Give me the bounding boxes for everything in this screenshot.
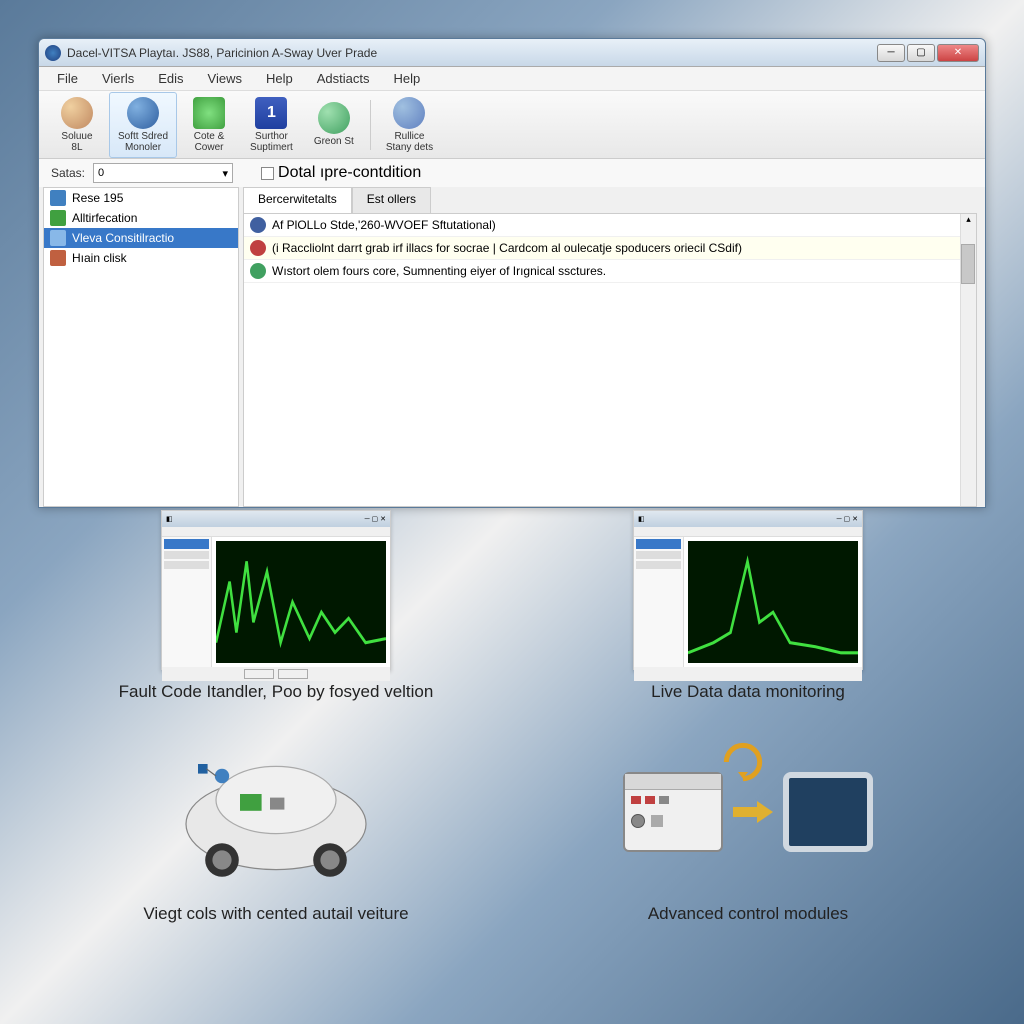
- info-icon: [250, 217, 266, 233]
- scrollbar-thumb[interactable]: [961, 244, 975, 284]
- menu-help[interactable]: Help: [256, 69, 303, 88]
- tree-item-rese[interactable]: Rese 195: [44, 188, 238, 208]
- tool-greon[interactable]: Greon St: [304, 97, 364, 152]
- vehicle-illustration: [146, 732, 406, 892]
- scroll-up-icon[interactable]: ▴: [961, 214, 976, 228]
- person-icon: [50, 250, 66, 266]
- list-row[interactable]: Af PlOLLo Stde,'260-WVOEF Sftutational): [244, 214, 976, 237]
- tree-item-hain[interactable]: Hıain clisk: [44, 248, 238, 268]
- node-icon: [50, 190, 66, 206]
- mini-titlebar: ◧─ ▢ ✕: [162, 511, 390, 527]
- tool-cote[interactable]: Cote & Cower: [179, 92, 239, 158]
- tree-item-vleva[interactable]: Vleva Consitilractio: [44, 228, 238, 248]
- menu-adstiacts[interactable]: Adstiacts: [307, 69, 380, 88]
- control-device: [623, 772, 723, 852]
- scrollbar[interactable]: ▴: [960, 214, 976, 506]
- mini-titlebar: ◧─ ▢ ✕: [634, 511, 862, 527]
- toolbar: Soluue 8L Softt Sdred Monoler Cote & Cow…: [39, 91, 985, 159]
- checkbox-label: Dotal ıpre-contdition: [278, 164, 421, 182]
- tool-rullice[interactable]: Rullice Stany dets: [377, 92, 442, 158]
- controls-row: Satas: 0 ▾ Dotal ıpre-contdition: [39, 159, 985, 187]
- satas-label: Satas:: [51, 166, 85, 180]
- cylinder-icon: [318, 102, 350, 134]
- node-icon: [50, 230, 66, 246]
- list-row[interactable]: Wıstort olem fours core, Sumnenting eiye…: [244, 260, 976, 283]
- feature-vehicle: Viegt cols with cented autail veiture: [64, 732, 489, 924]
- checkbox-wrap[interactable]: Dotal ıpre-contdition: [261, 164, 421, 182]
- content-list: Af PlOLLo Stde,'260-WVOEF Sftutational) …: [243, 213, 977, 507]
- tree-item-alltir[interactable]: Alltirfecation: [44, 208, 238, 228]
- titlebar[interactable]: Dacel-VITSA Playtaı. JS88, Paricinion A-…: [39, 39, 985, 67]
- tool-monitor[interactable]: Softt Sdred Monoler: [109, 92, 177, 158]
- menu-vierls[interactable]: Vierls: [92, 69, 144, 88]
- tool-surthor[interactable]: 1 Surthor Suptimert: [241, 92, 302, 158]
- app-icon: [45, 45, 61, 61]
- tab-estollers[interactable]: Est ollers: [352, 187, 431, 213]
- network-icon: [193, 97, 225, 129]
- mini-chart: [688, 541, 858, 663]
- menu-help2[interactable]: Help: [383, 69, 430, 88]
- globe-icon: [61, 97, 93, 129]
- close-button[interactable]: ✕: [937, 44, 979, 62]
- tabs: Bercerwitetalts Est ollers: [243, 187, 977, 213]
- feature-modules: Advanced control modules: [536, 732, 961, 924]
- cluster-icon: [393, 97, 425, 129]
- satas-dropdown[interactable]: 0 ▾: [93, 163, 233, 183]
- checkbox[interactable]: [261, 167, 274, 180]
- display-device: [783, 772, 873, 852]
- mini-sidebar: [634, 537, 684, 667]
- globe-icon: [250, 263, 266, 279]
- minimize-button[interactable]: ─: [877, 44, 905, 62]
- content: Bercerwitetalts Est ollers Af PlOLLo Std…: [243, 187, 977, 507]
- sidebar: Rese 195 Alltirfecation Vleva Consitilra…: [43, 187, 239, 507]
- list-row[interactable]: (i Raccliolnt darrt grab irf illacs for …: [244, 237, 976, 260]
- features-grid: ◧─ ▢ ✕ Fault Code Itandler, Poo by fosye…: [0, 490, 1024, 974]
- window-title: Dacel-VITSA Playtaı. JS88, Paricinion A-…: [67, 46, 877, 60]
- maximize-button[interactable]: ▢: [907, 44, 935, 62]
- feature-label: Fault Code Itandler, Poo by fosyed velti…: [119, 682, 434, 702]
- feature-label: Advanced control modules: [648, 904, 848, 924]
- window-controls: ─ ▢ ✕: [877, 44, 979, 62]
- menu-views[interactable]: Views: [198, 69, 252, 88]
- mini-sidebar: [162, 537, 212, 667]
- feature-live-data: ◧─ ▢ ✕ Live Data data monitoring: [536, 510, 961, 702]
- chevron-down-icon: ▾: [223, 167, 229, 180]
- feature-fault-code: ◧─ ▢ ✕ Fault Code Itandler, Poo by fosye…: [64, 510, 489, 702]
- menubar: File Vierls Edis Views Help Adstiacts He…: [39, 67, 985, 91]
- node-icon: [50, 210, 66, 226]
- menu-edis[interactable]: Edis: [148, 69, 193, 88]
- tool-soluue[interactable]: Soluue 8L: [47, 92, 107, 158]
- mini-chart: [216, 541, 386, 663]
- feature-label: Live Data data monitoring: [651, 682, 845, 702]
- live-data-thumbnail: ◧─ ▢ ✕: [633, 510, 863, 670]
- tab-bercer[interactable]: Bercerwitetalts: [243, 187, 352, 213]
- feature-label: Viegt cols with cented autail veiture: [143, 904, 408, 924]
- main-window: Dacel-VITSA Playtaı. JS88, Paricinion A-…: [38, 38, 986, 508]
- fault-code-thumbnail: ◧─ ▢ ✕: [161, 510, 391, 670]
- globe-icon: [127, 97, 159, 129]
- menu-file[interactable]: File: [47, 69, 88, 88]
- module-illustration: [608, 732, 888, 892]
- warning-icon: [250, 240, 266, 256]
- main-area: Rese 195 Alltirfecation Vleva Consitilra…: [39, 187, 985, 507]
- calendar-icon: 1: [255, 97, 287, 129]
